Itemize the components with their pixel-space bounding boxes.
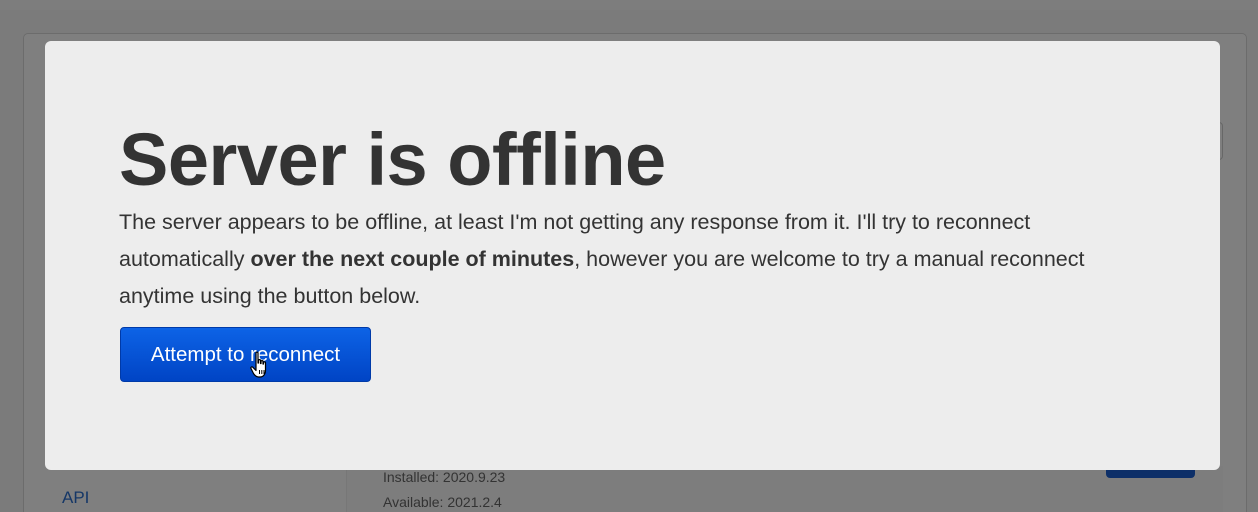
server-offline-modal: Server is offline The server appears to … xyxy=(45,41,1220,470)
modal-title: Server is offline xyxy=(119,118,666,201)
hand-pointer-icon xyxy=(250,351,267,378)
reconnect-button[interactable]: Attempt to reconnect xyxy=(120,327,371,382)
modal-message: The server appears to be offline, at lea… xyxy=(119,204,1159,315)
message-emphasis: over the next couple of minutes xyxy=(250,247,575,271)
